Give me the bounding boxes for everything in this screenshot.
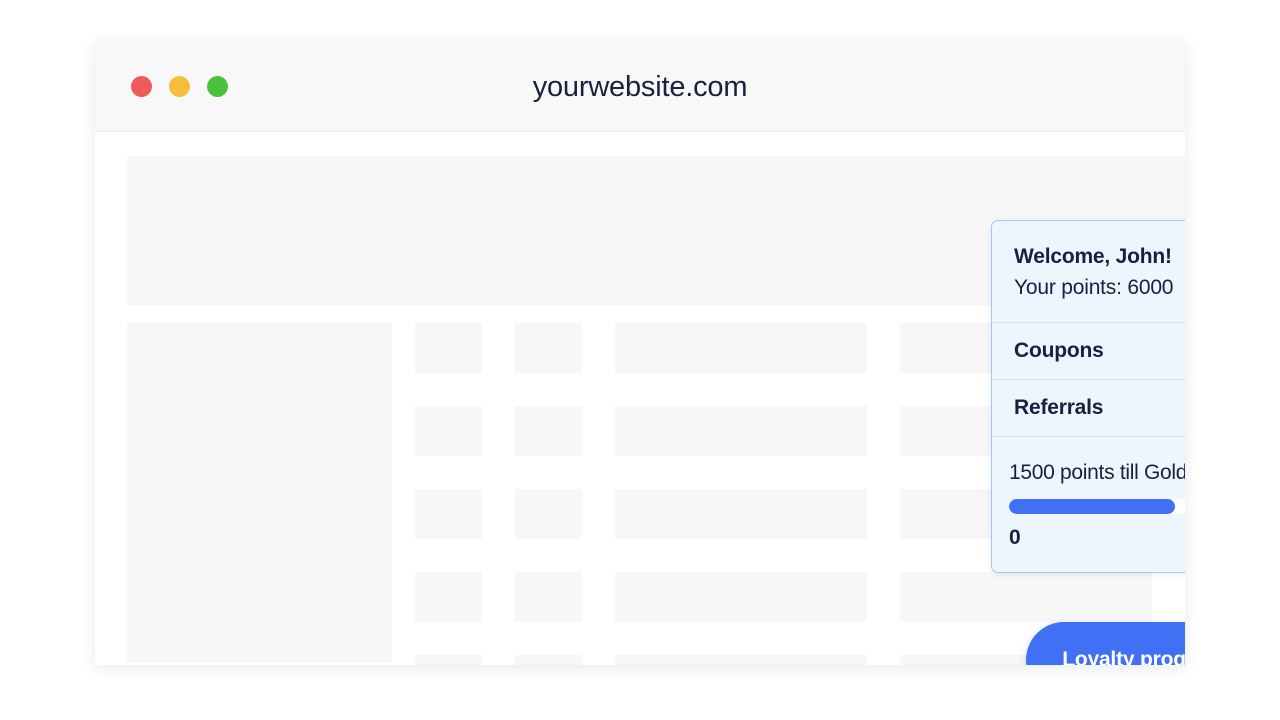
welcome-message: Welcome, John!: [1014, 245, 1172, 268]
placeholder-cell: [415, 406, 482, 456]
placeholder-cell: [615, 323, 867, 373]
menu-item-referrals[interactable]: Referrals: [992, 380, 1185, 437]
tier-progress-label: 1500 points till Gold: [1009, 461, 1185, 484]
placeholder-cell: [615, 489, 867, 539]
placeholder-cell: [515, 406, 582, 456]
loyalty-card-header: Welcome, John! Your points: 6000: [992, 221, 1185, 323]
left-panel-placeholder: [127, 323, 392, 663]
tier-progress-section: 1500 points till Gold 0 7500: [992, 437, 1185, 572]
placeholder-cell: [900, 572, 1152, 622]
tier-progress-scale: 0 7500: [1009, 526, 1185, 550]
placeholder-column-b: [515, 323, 582, 665]
placeholder-cell: [515, 323, 582, 373]
placeholder-cell: [415, 323, 482, 373]
placeholder-column-a: [415, 323, 482, 665]
placeholder-cell: [515, 572, 582, 622]
placeholder-cell: [615, 655, 867, 665]
menu-item-coupons[interactable]: Coupons: [992, 323, 1185, 380]
tier-progress-bar: [1009, 499, 1185, 514]
placeholder-cell: [415, 655, 482, 665]
placeholder-cell: [515, 489, 582, 539]
site-title: yourwebsite.com: [532, 70, 748, 103]
loyalty-card: Welcome, John! Your points: 6000 Coupons…: [991, 220, 1185, 573]
placeholder-column-c: [615, 323, 867, 665]
tier-progress-min: 0: [1009, 526, 1021, 549]
points-balance: Your points: 6000: [1014, 276, 1174, 299]
placeholder-cell: [615, 572, 867, 622]
browser-chrome: yourwebsite.com: [95, 42, 1185, 132]
loyalty-program-button[interactable]: Loyalty program: [1026, 622, 1185, 665]
tier-progress-fill: [1009, 499, 1175, 514]
placeholder-cell: [415, 489, 482, 539]
placeholder-cell: [515, 655, 582, 665]
placeholder-cell: [615, 406, 867, 456]
placeholder-cell: [415, 572, 482, 622]
browser-window: yourwebsite.com Welcome, John! Your poin…: [95, 42, 1185, 665]
